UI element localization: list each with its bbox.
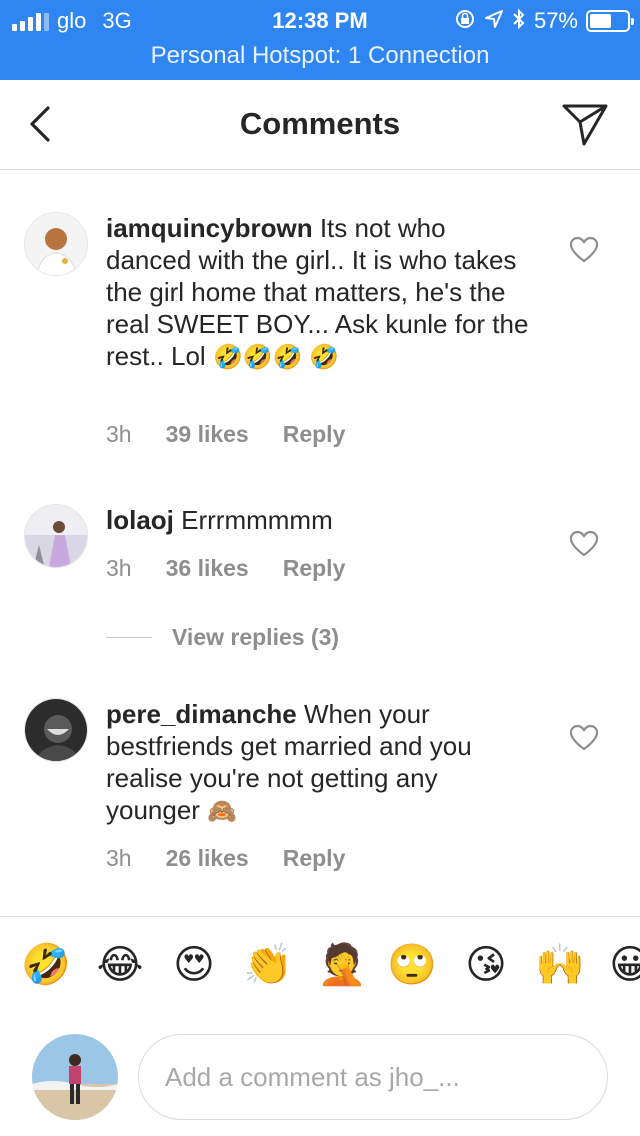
emoji-joy-button[interactable]: 😂	[94, 939, 146, 991]
page-title: Comments	[239, 106, 401, 141]
direct-send-button[interactable]	[560, 100, 610, 148]
comment-input[interactable]	[138, 1034, 608, 1120]
current-user-avatar	[32, 1034, 118, 1120]
comment-emojis: 🤣🤣🤣 🤣	[212, 344, 340, 371]
battery-percent: 57%	[533, 8, 578, 33]
reply-button[interactable]: Reply	[283, 845, 346, 872]
view-replies-button[interactable]: View replies (3)	[106, 624, 339, 651]
comment-likes[interactable]: 39 likes	[166, 421, 249, 448]
avatar[interactable]	[24, 212, 88, 276]
like-button[interactable]	[569, 236, 599, 264]
comment-body: Errrmmmmm	[181, 505, 333, 535]
comment-username[interactable]: lolaoj	[106, 505, 174, 535]
battery-icon	[586, 10, 634, 32]
emoji-raised-hands-button[interactable]: 🙌	[534, 939, 586, 991]
comment-username[interactable]: iamquincybrown	[106, 213, 313, 243]
divider	[106, 637, 152, 638]
emoji-rofl-button[interactable]: 🤣	[20, 939, 72, 991]
location-icon	[484, 9, 504, 33]
emoji-eye-roll-button[interactable]: 🙄	[386, 939, 438, 991]
emoji-facepalm-button[interactable]: 🤦	[316, 939, 368, 991]
reply-button[interactable]: Reply	[283, 555, 346, 582]
bluetooth-icon	[512, 8, 526, 34]
avatar[interactable]	[24, 504, 88, 568]
direct-send-icon	[562, 104, 608, 146]
avatar[interactable]	[24, 698, 88, 762]
status-bar: glo 3G 12:38 PM 57% Personal Hotspot: 1 …	[0, 0, 640, 80]
comment-time: 3h	[106, 845, 132, 871]
comment-compose-bar	[0, 1012, 640, 1136]
view-replies-label: View replies (3)	[172, 624, 340, 650]
comment-time: 3h	[106, 555, 132, 581]
comment-time: 3h	[106, 421, 132, 447]
heart-icon	[569, 236, 599, 263]
emoji-clap-button[interactable]: 👏	[242, 939, 294, 991]
comment-username[interactable]: pere_dimanche	[106, 699, 297, 729]
like-button[interactable]	[569, 724, 599, 752]
emoji-heart-eyes-button[interactable]: 😍	[168, 939, 220, 991]
emoji-grin-button[interactable]: 😀	[604, 939, 640, 991]
hotspot-banner[interactable]: Personal Hotspot: 1 Connection	[0, 42, 640, 70]
heart-icon	[569, 530, 599, 557]
like-button[interactable]	[569, 530, 599, 558]
reply-button[interactable]: Reply	[283, 421, 346, 448]
orientation-lock-icon	[454, 8, 476, 34]
comment-likes[interactable]: 36 likes	[166, 555, 249, 582]
emoji-quick-bar: 🤣 😂 😍 👏 🤦 🙄 😘 🙌 😀	[0, 916, 640, 1012]
comment-likes[interactable]: 26 likes	[166, 845, 249, 872]
heart-icon	[569, 724, 599, 751]
emoji-kiss-button[interactable]: 😘	[460, 939, 512, 991]
navigation-header: Comments	[0, 80, 640, 170]
comment-emojis: 🙈	[207, 798, 238, 825]
